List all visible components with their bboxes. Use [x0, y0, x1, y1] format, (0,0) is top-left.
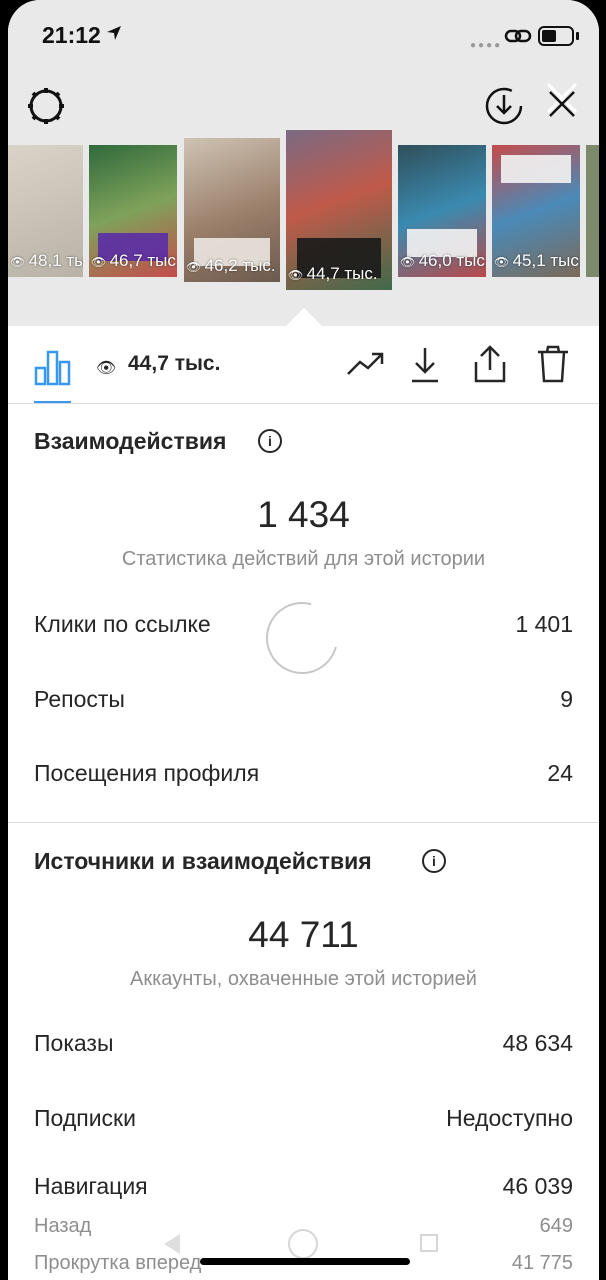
- interactions-subtitle: Статистика действий для этой истории: [121, 548, 486, 570]
- status-time: 21:12: [42, 22, 101, 48]
- row-value: 24: [547, 760, 573, 786]
- promote-trend-icon[interactable]: [346, 348, 386, 378]
- story-thumbnail[interactable]: [586, 145, 599, 277]
- row-label: Клики по ссылке: [34, 611, 211, 637]
- thumbnail-caption: [500, 155, 572, 183]
- link-icon: [504, 29, 532, 43]
- row-label: Навигация: [34, 1173, 148, 1199]
- battery-tip: [576, 32, 579, 40]
- story-insights-screen: 21:12 ●●●● 👁 48,1 ты 👁 46,7 тыс. 👁 46,2 …: [8, 0, 599, 1280]
- row-value: 48 634: [502, 1030, 573, 1056]
- trash-icon[interactable]: [536, 344, 570, 384]
- thumbnail-views: 45,1 тыс.: [494, 251, 580, 271]
- row-label: Показы: [34, 1030, 114, 1056]
- settings-icon[interactable]: [26, 86, 66, 126]
- row-value: Недоступно: [446, 1105, 573, 1131]
- thumbnail-views: 44,7 тыс.: [288, 264, 378, 284]
- status-bar: 21:12 ●●●●: [8, 0, 599, 70]
- row-label: Репосты: [34, 686, 125, 712]
- row-value: 1 401: [515, 611, 573, 637]
- discovery-total: 44 711: [248, 914, 359, 955]
- home-indicator[interactable]: [200, 1258, 410, 1265]
- row-label: Посещения профиля: [34, 760, 260, 786]
- share-icon[interactable]: [472, 344, 508, 384]
- info-icon[interactable]: i: [258, 429, 282, 453]
- save-story-icon[interactable]: [484, 86, 524, 126]
- story-thumbnail[interactable]: 46,2 тыс.: [184, 138, 280, 282]
- row-value: 9: [560, 686, 573, 712]
- story-thumbnail-selected[interactable]: 44,7 тыс.: [286, 130, 392, 290]
- battery-icon: [538, 26, 574, 46]
- story-thumbnails: 48,1 тыс. 46,7 тыс. 46,2 тыс. 44,7 тыс. …: [8, 130, 599, 295]
- active-tab-indicator: [34, 401, 71, 403]
- thumbnail-views: 46,0 тыс.: [400, 251, 486, 271]
- location-arrow-icon: [107, 26, 121, 40]
- sub-row-value: 649: [539, 1215, 573, 1237]
- download-icon[interactable]: [410, 346, 440, 384]
- loading-spinner: [252, 588, 352, 688]
- sub-row-value: 41 775: [511, 1252, 573, 1274]
- sub-row-label: Назад: [34, 1215, 92, 1237]
- row-value: 46 039: [502, 1173, 573, 1199]
- story-thumbnail[interactable]: 46,0 тыс.: [398, 145, 486, 277]
- signal-icon: ●●●●: [470, 40, 503, 51]
- bar-chart-icon[interactable]: [34, 348, 72, 386]
- back-nav-icon[interactable]: [164, 1234, 180, 1254]
- selected-pointer: [286, 308, 322, 326]
- thumbnail-views: 48,1 тыс.: [10, 251, 83, 271]
- row-label: Подписки: [34, 1105, 136, 1131]
- story-thumbnail[interactable]: 48,1 тыс.: [8, 145, 83, 277]
- home-nav-icon[interactable]: [288, 1229, 318, 1259]
- section-title: Взаимодействия: [34, 428, 227, 454]
- thumbnail-views: 46,7 тыс.: [91, 251, 177, 271]
- eye-icon: 👁: [96, 360, 117, 377]
- story-thumbnail[interactable]: 45,1 тыс.: [492, 145, 580, 277]
- discovery-subtitle: Аккаунты, охваченные этой историей: [130, 968, 477, 990]
- thumbnail-views: 46,2 тыс.: [186, 256, 276, 276]
- info-icon[interactable]: i: [422, 849, 446, 873]
- sub-row-label: Прокрутка вперед: [34, 1252, 202, 1274]
- story-header: 21:12 ●●●● 👁 48,1 ты 👁 46,7 тыс. 👁 46,2 …: [8, 0, 599, 326]
- interactions-total: 1 434: [257, 494, 350, 535]
- insights-toolbar: 👁 44,7 тыс.: [8, 326, 599, 404]
- section-divider: [8, 822, 599, 823]
- section-title: Источники и взаимодействия: [34, 848, 372, 874]
- story-thumbnail[interactable]: 46,7 тыс.: [89, 145, 177, 277]
- close-icon[interactable]: [542, 78, 582, 118]
- views-count: 44,7 тыс.: [128, 352, 221, 375]
- recents-nav-icon[interactable]: [420, 1234, 438, 1252]
